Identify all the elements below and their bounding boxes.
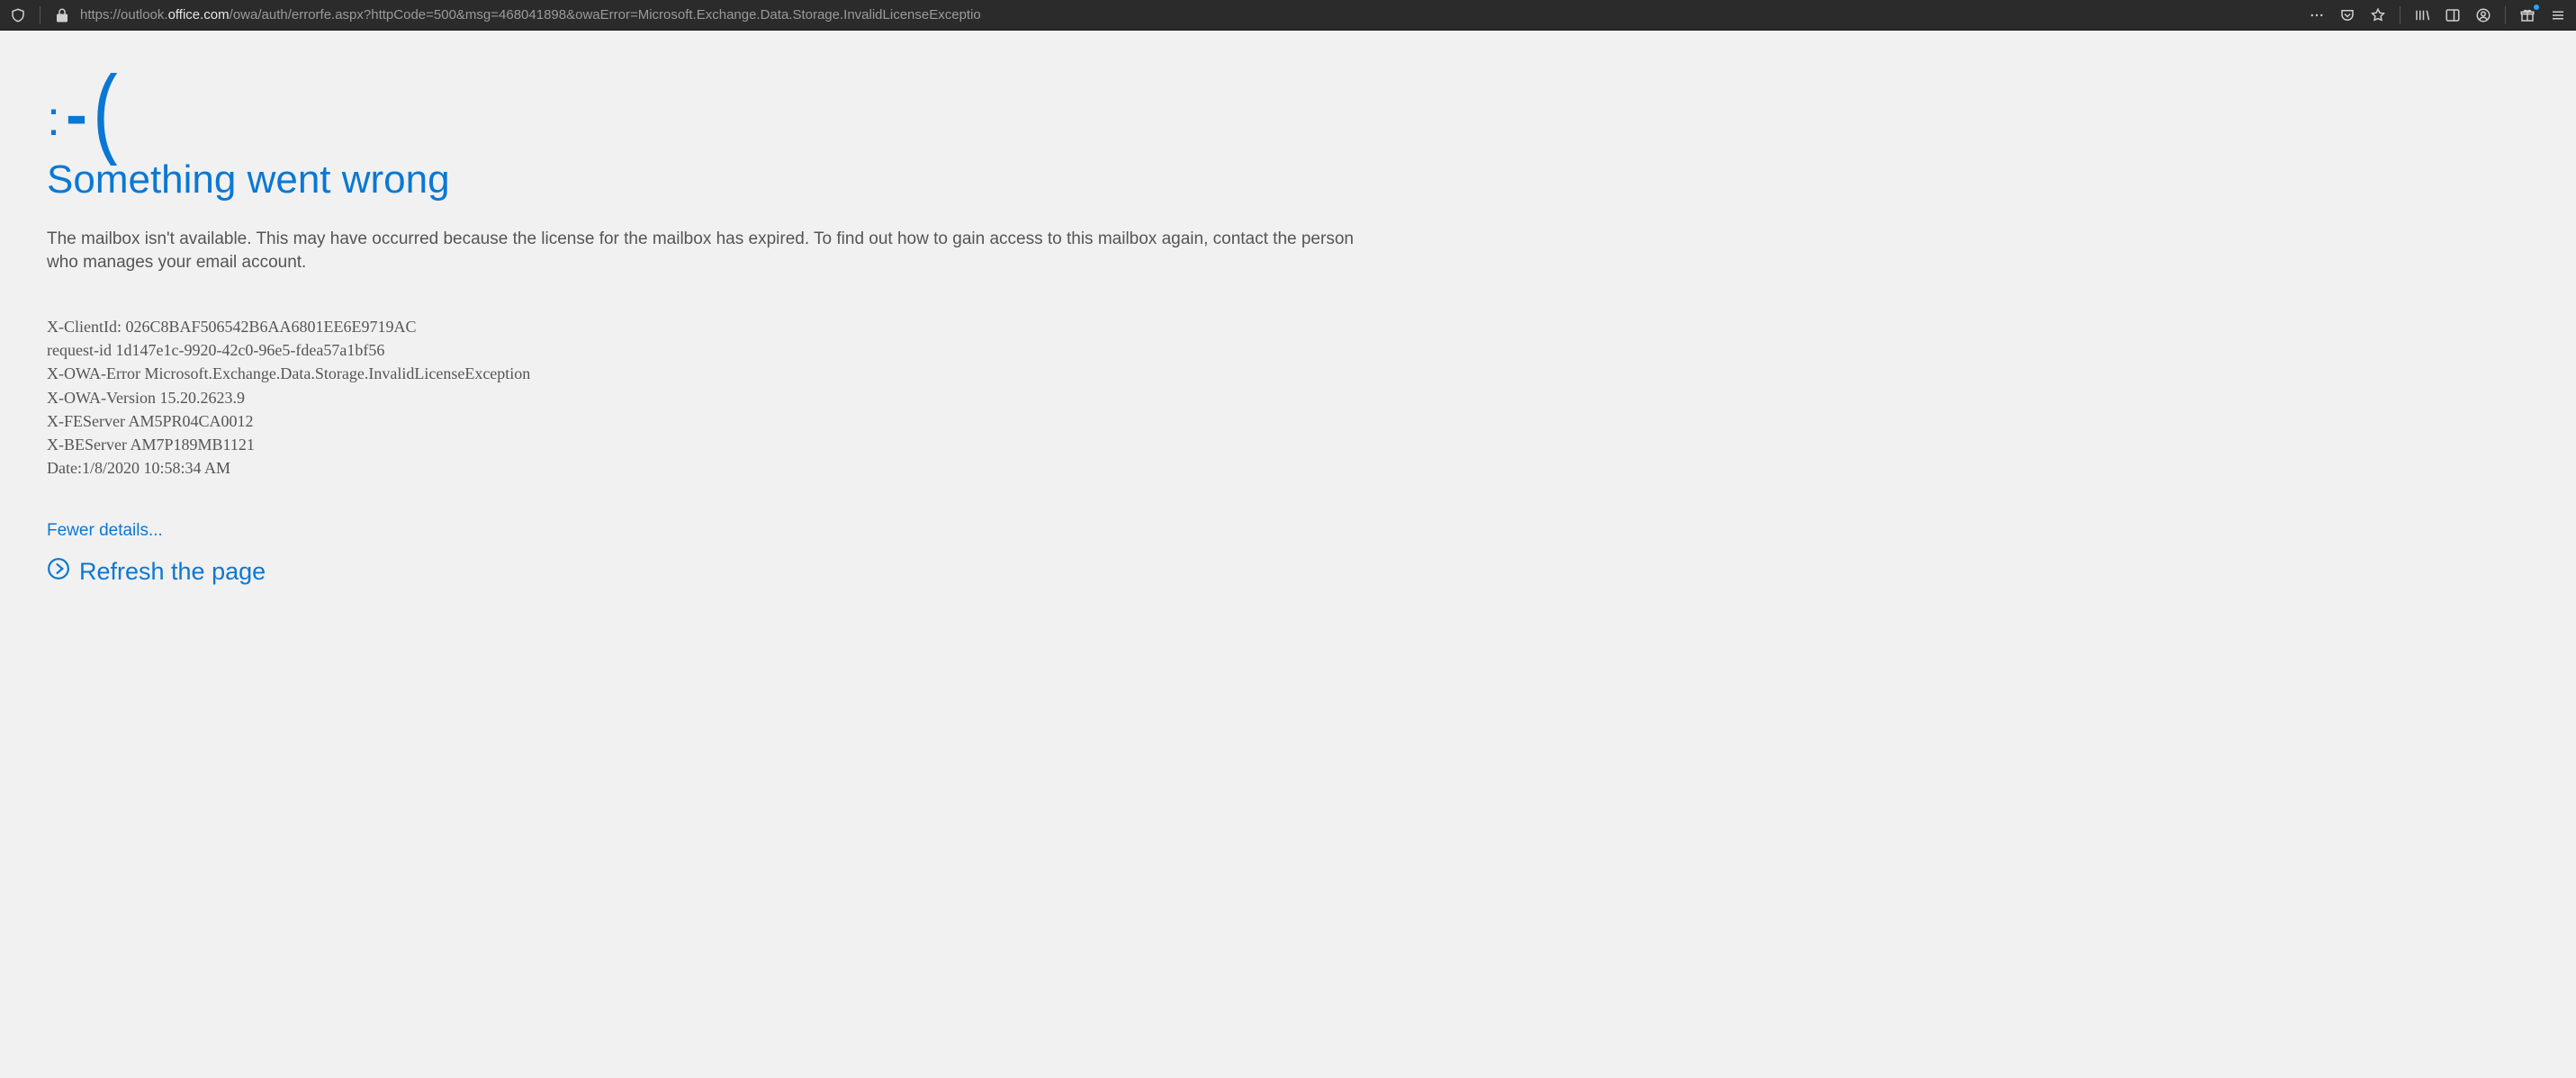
detail-line: X-OWA-Version 15.20.2623.9 bbox=[47, 386, 1375, 409]
url-host: office.com bbox=[168, 7, 230, 22]
detail-line: X-ClientId: 026C8BAF506542B6AA6801EE6E97… bbox=[47, 315, 1375, 338]
hamburger-menu-icon[interactable] bbox=[2549, 6, 2567, 24]
lock-icon[interactable] bbox=[53, 6, 71, 24]
url-display[interactable]: https://outlook.office.com/owa/auth/erro… bbox=[80, 7, 2299, 22]
account-icon[interactable] bbox=[2474, 6, 2492, 24]
library-icon[interactable] bbox=[2413, 6, 2431, 24]
error-page: :-( Something went wrong The mailbox isn… bbox=[0, 31, 1422, 621]
refresh-arrow-icon bbox=[47, 557, 70, 587]
error-message: The mailbox isn't available. This may ha… bbox=[47, 228, 1375, 274]
fewer-details-link[interactable]: Fewer details... bbox=[47, 521, 163, 541]
sidebar-icon[interactable] bbox=[2444, 6, 2462, 24]
detail-line: request-id 1d147e1c-9920-42c0-96e5-fdea5… bbox=[47, 338, 1375, 362]
browser-address-bar: https://outlook.office.com/owa/auth/erro… bbox=[0, 0, 2576, 31]
pocket-icon[interactable] bbox=[2338, 6, 2356, 24]
sad-face-icon: :-( bbox=[47, 65, 1375, 154]
detail-line: Date:1/8/2020 10:58:34 AM bbox=[47, 456, 1375, 480]
detail-line: X-OWA-Error Microsoft.Exchange.Data.Stor… bbox=[47, 362, 1375, 385]
url-path: /owa/auth/errorfe.aspx?httpCode=500&msg=… bbox=[230, 7, 981, 22]
url-scheme: https://outlook. bbox=[80, 7, 168, 22]
tracking-shield-icon[interactable] bbox=[9, 6, 27, 24]
detail-line: X-BEServer AM7P189MB1121 bbox=[47, 433, 1375, 456]
page-actions-icon[interactable] bbox=[2308, 6, 2326, 24]
refresh-page-label: Refresh the page bbox=[79, 558, 266, 586]
detail-line: X-FEServer AM5PR04CA0012 bbox=[47, 409, 1375, 433]
refresh-page-link[interactable]: Refresh the page bbox=[47, 557, 1375, 587]
whats-new-gift-icon[interactable] bbox=[2518, 6, 2536, 24]
error-details-block: X-ClientId: 026C8BAF506542B6AA6801EE6E97… bbox=[47, 315, 1375, 480]
error-heading: Something went wrong bbox=[47, 157, 1375, 202]
bookmark-star-icon[interactable] bbox=[2369, 6, 2387, 24]
